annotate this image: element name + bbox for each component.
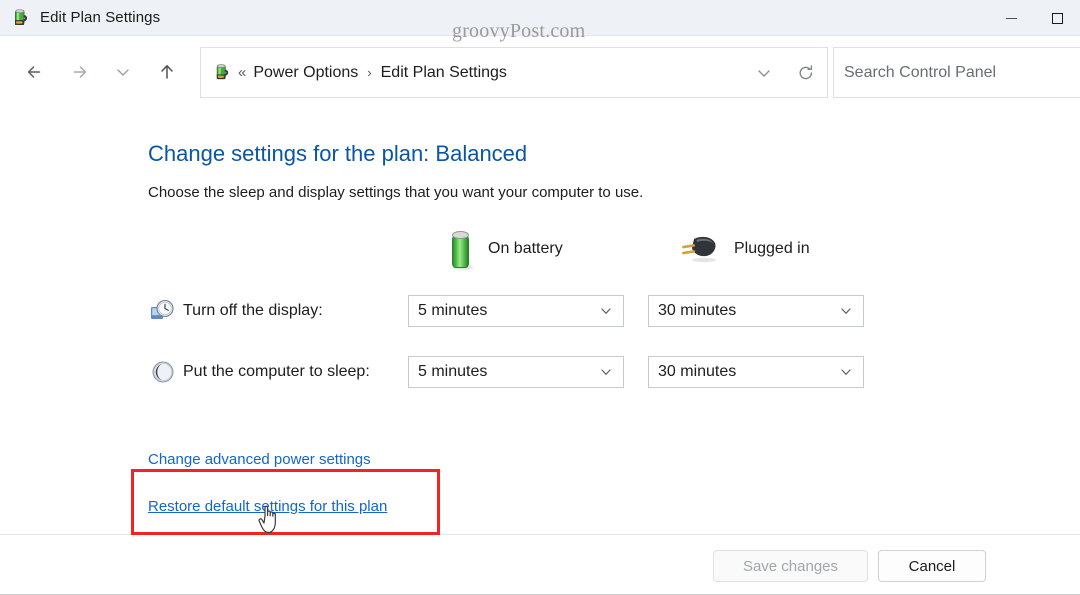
breadcrumb-edit-plan-settings[interactable]: Edit Plan Settings bbox=[381, 64, 507, 82]
breadcrumb-power-options[interactable]: Power Options bbox=[253, 64, 358, 82]
column-label-plugged-in: Plugged in bbox=[734, 240, 810, 257]
sleep-on-battery-dropdown[interactable]: 5 minutes bbox=[408, 356, 624, 388]
column-header-on-battery: On battery bbox=[448, 226, 563, 272]
forward-arrow-icon bbox=[73, 66, 87, 78]
chevron-down-icon bbox=[117, 69, 129, 76]
search-control-panel-box[interactable] bbox=[833, 47, 1080, 98]
minimize-button[interactable] bbox=[988, 0, 1034, 36]
window-controls bbox=[988, 0, 1080, 36]
column-label-on-battery: On battery bbox=[488, 240, 563, 257]
sleep-plugged-in-dropdown[interactable]: 30 minutes bbox=[648, 356, 864, 388]
page-title: Change settings for the plan: Balanced bbox=[148, 141, 528, 166]
display-on-battery-dropdown[interactable]: 5 minutes bbox=[408, 295, 624, 327]
back-arrow-icon bbox=[27, 66, 41, 78]
search-input[interactable] bbox=[842, 62, 1076, 83]
window-title: Edit Plan Settings bbox=[40, 9, 161, 26]
chevron-down-icon bbox=[599, 365, 613, 379]
display-plugged-in-value: 30 minutes bbox=[658, 302, 737, 319]
chevron-down-icon bbox=[839, 365, 853, 379]
setting-row-turn-off-display: Turn off the display: 5 minutes 30 minut… bbox=[0, 294, 1080, 328]
sleep-on-battery-value: 5 minutes bbox=[418, 363, 488, 380]
up-button[interactable] bbox=[145, 50, 189, 94]
column-headers: On battery Plugged in bbox=[0, 226, 1080, 282]
page-subtitle: Choose the sleep and display settings th… bbox=[148, 184, 644, 201]
forward-button[interactable] bbox=[57, 50, 101, 94]
minimize-icon bbox=[1005, 17, 1017, 19]
power-plan-icon bbox=[212, 63, 231, 82]
address-bar[interactable]: « Power Options › Edit Plan Settings bbox=[200, 47, 828, 98]
up-arrow-icon bbox=[161, 65, 173, 79]
power-plan-icon bbox=[10, 8, 30, 28]
setting-row-put-computer-to-sleep: Put the computer to sleep: 5 minutes 30 … bbox=[0, 355, 1080, 389]
recent-locations-button[interactable] bbox=[101, 50, 145, 94]
chevron-down-icon bbox=[599, 304, 613, 318]
maximize-icon bbox=[1051, 12, 1063, 24]
refresh-button[interactable] bbox=[785, 52, 827, 94]
site-watermark: groovyPost.com bbox=[452, 20, 586, 42]
display-clock-icon bbox=[150, 298, 176, 324]
refresh-icon bbox=[799, 64, 813, 79]
power-plug-icon bbox=[678, 231, 720, 267]
sleep-plugged-in-value: 30 minutes bbox=[658, 363, 737, 380]
footer-actions: Save changes Cancel bbox=[0, 535, 1080, 595]
address-bar-actions bbox=[743, 52, 827, 94]
chevron-down-icon bbox=[758, 69, 770, 77]
chevron-down-icon bbox=[839, 304, 853, 318]
highlight-annotation-box bbox=[131, 469, 440, 535]
display-on-battery-value: 5 minutes bbox=[418, 302, 488, 319]
sleep-moon-icon bbox=[150, 359, 176, 385]
display-plugged-in-dropdown[interactable]: 30 minutes bbox=[648, 295, 864, 327]
setting-label-put-computer-to-sleep: Put the computer to sleep: bbox=[183, 363, 370, 380]
hand-pointer-cursor bbox=[255, 500, 285, 538]
setting-label-turn-off-display: Turn off the display: bbox=[183, 302, 323, 319]
link-change-advanced-power-settings[interactable]: Change advanced power settings bbox=[148, 451, 371, 468]
breadcrumb-overflow-icon[interactable]: « bbox=[238, 64, 246, 81]
column-header-plugged-in: Plugged in bbox=[678, 226, 810, 272]
save-changes-button[interactable]: Save changes bbox=[713, 550, 868, 582]
breadcrumb-separator-icon: › bbox=[367, 65, 372, 80]
battery-icon bbox=[448, 227, 474, 271]
back-button[interactable] bbox=[13, 50, 57, 94]
maximize-button[interactable] bbox=[1034, 0, 1080, 36]
address-dropdown-button[interactable] bbox=[743, 52, 785, 94]
cancel-button[interactable]: Cancel bbox=[878, 550, 986, 582]
